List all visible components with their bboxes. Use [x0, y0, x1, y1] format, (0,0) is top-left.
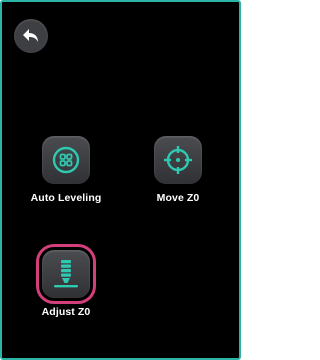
grid-dots-icon: [52, 146, 80, 174]
adjust-z0-label: Adjust Z0: [41, 306, 91, 318]
move-z0-tile[interactable]: Move Z0: [130, 136, 226, 216]
auto-leveling-tile[interactable]: Auto Leveling: [18, 136, 114, 216]
back-arrow-icon: [23, 29, 38, 42]
printer-screen: Auto Leveling Move Z0 Adjust Z0: [0, 0, 241, 360]
adjust-z0-button[interactable]: [36, 244, 96, 304]
auto-leveling-button[interactable]: [42, 136, 90, 184]
back-button[interactable]: [14, 19, 48, 53]
adjust-z0-tile[interactable]: Adjust Z0: [18, 244, 114, 330]
move-z0-label: Move Z0: [156, 192, 200, 204]
auto-leveling-label: Auto Leveling: [30, 192, 102, 204]
nozzle-icon: [54, 260, 78, 288]
crosshair-icon: [164, 146, 192, 174]
move-z0-button[interactable]: [154, 136, 202, 184]
